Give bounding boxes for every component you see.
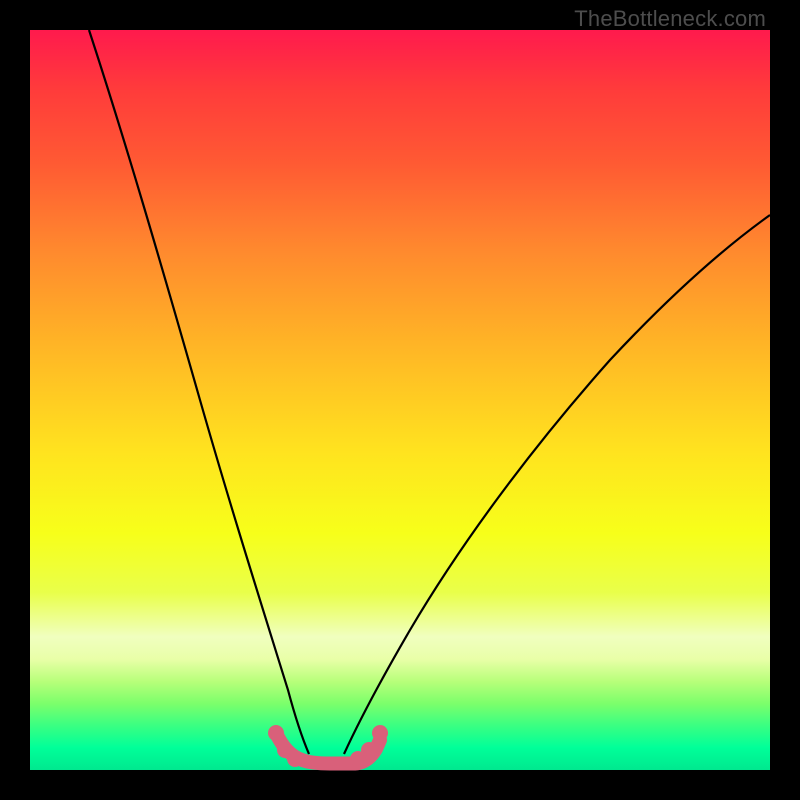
right-curve: [344, 215, 770, 754]
left-curve: [89, 30, 309, 754]
band-dot: [361, 742, 377, 758]
band-dot: [372, 725, 388, 741]
chart-svg: [30, 30, 770, 770]
attribution-label: TheBottleneck.com: [574, 6, 766, 32]
chart-frame: [30, 30, 770, 770]
band-dot: [287, 751, 303, 767]
band-dot: [268, 725, 284, 741]
